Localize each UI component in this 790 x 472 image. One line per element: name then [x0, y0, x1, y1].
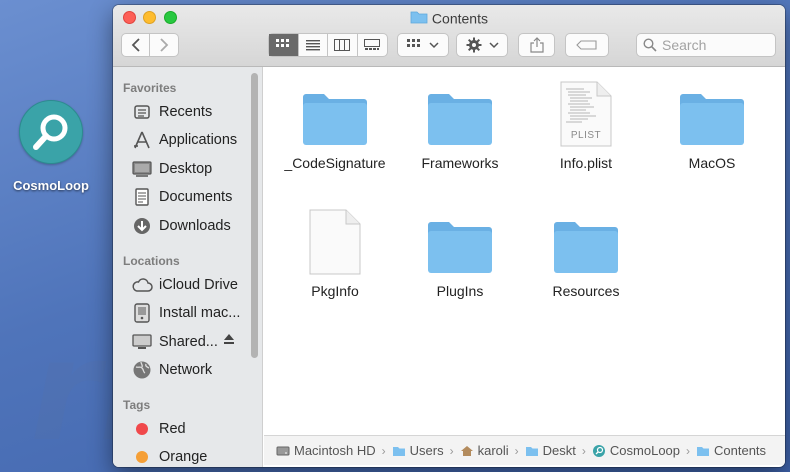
- file-item-pkginfo[interactable]: PkgInfo: [270, 207, 400, 299]
- view-mode-switcher: [268, 33, 388, 57]
- desktop-app-cosmoloop[interactable]: CosmoLoop: [8, 100, 94, 193]
- plist-badge: PLIST: [570, 130, 602, 141]
- file-item-macos[interactable]: MacOS: [647, 79, 777, 171]
- chevron-left-icon: [131, 38, 140, 52]
- window-title: Contents: [113, 9, 785, 27]
- path-crumb-desktop[interactable]: Deskt: [525, 443, 576, 458]
- hard-drive-icon: [276, 445, 290, 457]
- path-crumb-home[interactable]: karoli: [460, 443, 509, 458]
- chevron-right-icon: ›: [514, 443, 519, 458]
- magnifier-icon: [19, 100, 83, 164]
- folder-icon: [647, 79, 777, 147]
- plist-file-icon: PLIST: [521, 79, 651, 147]
- share-button[interactable]: [518, 33, 555, 57]
- columns-icon: [334, 39, 351, 51]
- nav-buttons: [121, 33, 179, 57]
- sidebar-header-tags: Tags: [123, 398, 151, 412]
- title-bar: Contents Search: [113, 5, 785, 67]
- list-view-button[interactable]: [299, 34, 328, 56]
- download-icon: [131, 216, 153, 236]
- display-icon: [131, 332, 153, 352]
- clock-icon: [131, 102, 153, 122]
- gallery-icon: [364, 39, 381, 50]
- edit-tags-button[interactable]: [565, 33, 609, 57]
- cloud-icon: [131, 275, 153, 295]
- finder-window: Contents Search Favorites Recents Applic…: [113, 5, 785, 467]
- home-icon: [460, 445, 474, 457]
- folder-icon: [392, 445, 406, 457]
- sidebar-header-locations: Locations: [123, 254, 180, 268]
- gallery-view-button[interactable]: [358, 34, 387, 56]
- action-menu-button[interactable]: [456, 33, 508, 57]
- sidebar-item-documents[interactable]: Documents: [131, 186, 232, 208]
- sidebar-item-applications[interactable]: Applications: [131, 129, 237, 151]
- sidebar-item-recents[interactable]: Recents: [131, 101, 212, 123]
- search-icon: [643, 38, 657, 52]
- sidebar-header-favorites: Favorites: [123, 81, 177, 95]
- gear-icon: [466, 37, 481, 53]
- folder-icon: [395, 79, 525, 147]
- folder-icon: [395, 207, 525, 275]
- sidebar-item-downloads[interactable]: Downloads: [131, 215, 231, 237]
- column-view-button[interactable]: [328, 34, 358, 56]
- sidebar: Favorites Recents Applications Desktop D…: [113, 67, 263, 467]
- applications-icon: [131, 130, 153, 150]
- desktop-app-label: CosmoLoop: [13, 178, 89, 193]
- folder-icon: [696, 445, 710, 457]
- group-by-button[interactable]: [397, 33, 449, 57]
- folder-icon: [270, 79, 400, 147]
- path-crumb-cosmoloop[interactable]: CosmoLoop: [592, 443, 680, 458]
- path-crumb-contents[interactable]: Contents: [696, 443, 766, 458]
- desktop-icon: [131, 159, 153, 179]
- document-icon: [131, 187, 153, 207]
- forward-button[interactable]: [150, 34, 178, 56]
- file-item-codesignature[interactable]: _CodeSignature: [270, 79, 400, 171]
- grid-icon: [276, 39, 290, 47]
- blank-file-icon: [270, 207, 400, 275]
- path-crumb-users[interactable]: Users: [392, 443, 444, 458]
- chevron-right-icon: ›: [381, 443, 386, 458]
- sidebar-item-shared[interactable]: Shared...: [131, 331, 241, 353]
- sidebar-item-network[interactable]: Network: [131, 359, 212, 381]
- file-item-plugins[interactable]: PlugIns: [395, 207, 525, 299]
- path-crumb-macintosh-hd[interactable]: Macintosh HD: [276, 443, 376, 458]
- search-field[interactable]: Search: [636, 33, 776, 57]
- disk-icon: [131, 303, 153, 323]
- chevron-right-icon: ›: [581, 443, 586, 458]
- back-button[interactable]: [122, 34, 151, 56]
- eject-icon[interactable]: [223, 333, 235, 349]
- chevron-down-icon: [488, 42, 499, 49]
- app-search-icon: [592, 444, 606, 458]
- chevron-right-icon: ›: [449, 443, 454, 458]
- chevron-down-icon: [429, 42, 439, 49]
- chevron-right-icon: ›: [686, 443, 691, 458]
- sidebar-item-tag-red[interactable]: Red: [131, 418, 186, 440]
- sidebar-scrollbar[interactable]: [251, 73, 258, 358]
- tag-dot-orange-icon: [131, 447, 153, 467]
- list-icon: [305, 40, 320, 51]
- icon-view-button[interactable]: [269, 34, 299, 56]
- folder-icon: [525, 445, 539, 457]
- tag-icon: [576, 40, 597, 50]
- file-item-resources[interactable]: Resources: [521, 207, 651, 299]
- folder-icon: [521, 207, 651, 275]
- folder-icon: [410, 11, 432, 27]
- grid-icon: [407, 39, 420, 47]
- sidebar-item-tag-orange[interactable]: Orange: [131, 446, 207, 467]
- sidebar-item-install-mac[interactable]: Install mac...: [131, 302, 240, 324]
- sidebar-item-icloud-drive[interactable]: iCloud Drive: [131, 274, 238, 296]
- search-placeholder: Search: [662, 37, 707, 53]
- tag-dot-red-icon: [131, 419, 153, 439]
- sidebar-item-desktop[interactable]: Desktop: [131, 158, 212, 180]
- file-item-frameworks[interactable]: Frameworks: [395, 79, 525, 171]
- path-bar: Macintosh HD › Users › karoli › Deskt › …: [264, 435, 785, 465]
- chevron-right-icon: [160, 38, 169, 52]
- globe-icon: [131, 360, 153, 380]
- file-item-info-plist[interactable]: PLIST Info.plist: [521, 79, 651, 171]
- file-browser: _CodeSignature Frameworks PLIST Info.pli…: [264, 67, 785, 433]
- share-icon: [529, 37, 544, 53]
